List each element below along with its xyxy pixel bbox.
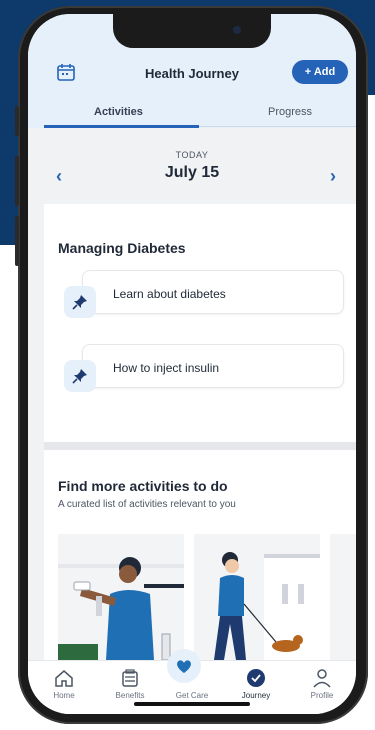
benefits-icon: [122, 669, 138, 687]
person-drinking-illustration: [58, 534, 184, 660]
activity-card-learn-diabetes[interactable]: Learn about diabetes: [82, 270, 344, 314]
nav-journey[interactable]: Journey: [224, 667, 288, 700]
activity-thumbnail[interactable]: [330, 534, 356, 660]
get-care-button[interactable]: [167, 649, 201, 683]
current-date: July 15: [164, 164, 220, 181]
activity-thumbnail[interactable]: [58, 534, 184, 660]
tab-bar: Activities Progress: [28, 100, 356, 128]
tab-activities[interactable]: Activities: [94, 106, 143, 118]
journey-icon: [247, 669, 265, 687]
section-title: Find more activities to do: [58, 478, 228, 494]
activity-label: Learn about diabetes: [113, 287, 226, 301]
add-button[interactable]: + Add: [292, 60, 348, 84]
heart-icon: [177, 660, 191, 673]
tab-divider: [199, 126, 356, 127]
side-button: [15, 156, 19, 206]
tab-progress[interactable]: Progress: [268, 106, 312, 118]
managing-section: Managing Diabetes Learn about diabetes H…: [44, 204, 356, 442]
nav-label: Journey: [241, 691, 271, 700]
nav-label: Get Care: [175, 691, 209, 700]
person-walking-dog-illustration: [194, 534, 320, 660]
pin-icon: [64, 286, 96, 318]
activity-card-inject-insulin[interactable]: How to inject insulin: [82, 344, 344, 388]
activity-thumbnail[interactable]: [194, 534, 320, 660]
home-icon: [55, 670, 73, 687]
nav-label: Home: [53, 691, 75, 700]
nav-label: Benefits: [115, 691, 145, 700]
home-indicator: [134, 702, 250, 706]
side-button: [15, 216, 19, 266]
date-caption: TODAY: [175, 150, 209, 160]
nav-home[interactable]: Home: [32, 667, 96, 700]
section-subtitle: A curated list of activities relevant to…: [58, 499, 236, 510]
section-divider: [44, 442, 356, 450]
chevron-right-icon[interactable]: ›: [330, 166, 336, 187]
find-more-section: Find more activities to do A curated lis…: [44, 450, 356, 660]
activity-label: How to inject insulin: [113, 361, 220, 375]
app-screen: Health Journey + Add Activities Progress…: [28, 14, 356, 714]
profile-icon: [313, 669, 331, 688]
camera: [233, 26, 241, 34]
nav-profile[interactable]: Profile: [290, 667, 354, 700]
nav-benefits[interactable]: Benefits: [98, 667, 162, 700]
side-button: [15, 106, 19, 136]
notch: [113, 14, 271, 48]
nav-label: Profile: [310, 691, 334, 700]
pin-icon: [64, 360, 96, 392]
section-title: Managing Diabetes: [58, 240, 186, 256]
date-navigator: ‹ TODAY July 15 ›: [28, 128, 356, 204]
